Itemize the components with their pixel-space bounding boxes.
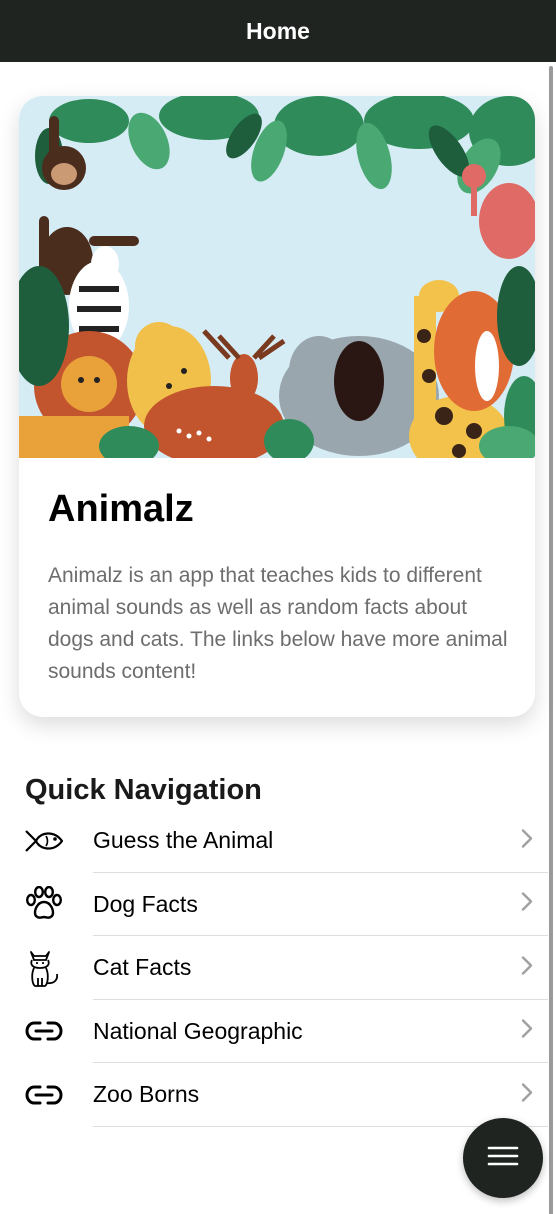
app-intro-card: Animalz Animalz is an app that teaches k… [19,96,535,717]
nav-item-national-geographic[interactable]: National Geographic [0,1000,548,1063]
fish-icon [24,821,64,861]
app-description: Animalz is an app that teaches kids to d… [48,564,508,683]
nav-item-label: National Geographic [93,1017,303,1044]
quick-navigation-heading: Quick Navigation [25,774,262,806]
nav-item-label: Zoo Borns [93,1081,200,1108]
hero-animals-illustration [19,96,535,458]
scrollbar[interactable] [549,66,553,1214]
paw-icon [24,884,64,924]
nav-item-guess-the-animal[interactable]: Guess the Animal [0,809,548,873]
nav-item-label: Cat Facts [93,954,192,981]
link-icon [24,1075,64,1115]
app-title: Animalz [48,488,194,530]
nav-item-dog-facts[interactable]: Dog Facts [0,873,548,936]
cat-icon [24,948,64,988]
page-title: Home [246,17,310,44]
link-icon [24,1011,64,1051]
nav-item-label: Guess the Animal [93,827,274,854]
chevron-right-icon [520,1081,534,1108]
quick-navigation-list: Guess the Animal Dog Facts Cat Facts Nat… [0,809,548,1127]
menu-icon [487,1145,519,1172]
nav-item-label: Dog Facts [93,890,198,917]
menu-fab-button[interactable] [463,1118,543,1198]
top-navigation-bar: Home [0,0,556,62]
chevron-right-icon [520,1018,534,1045]
nav-item-zoo-borns[interactable]: Zoo Borns [0,1063,548,1127]
nav-item-cat-facts[interactable]: Cat Facts [0,936,548,1000]
chevron-right-icon [520,891,534,918]
chevron-right-icon [520,827,534,854]
chevron-right-icon [520,954,534,981]
